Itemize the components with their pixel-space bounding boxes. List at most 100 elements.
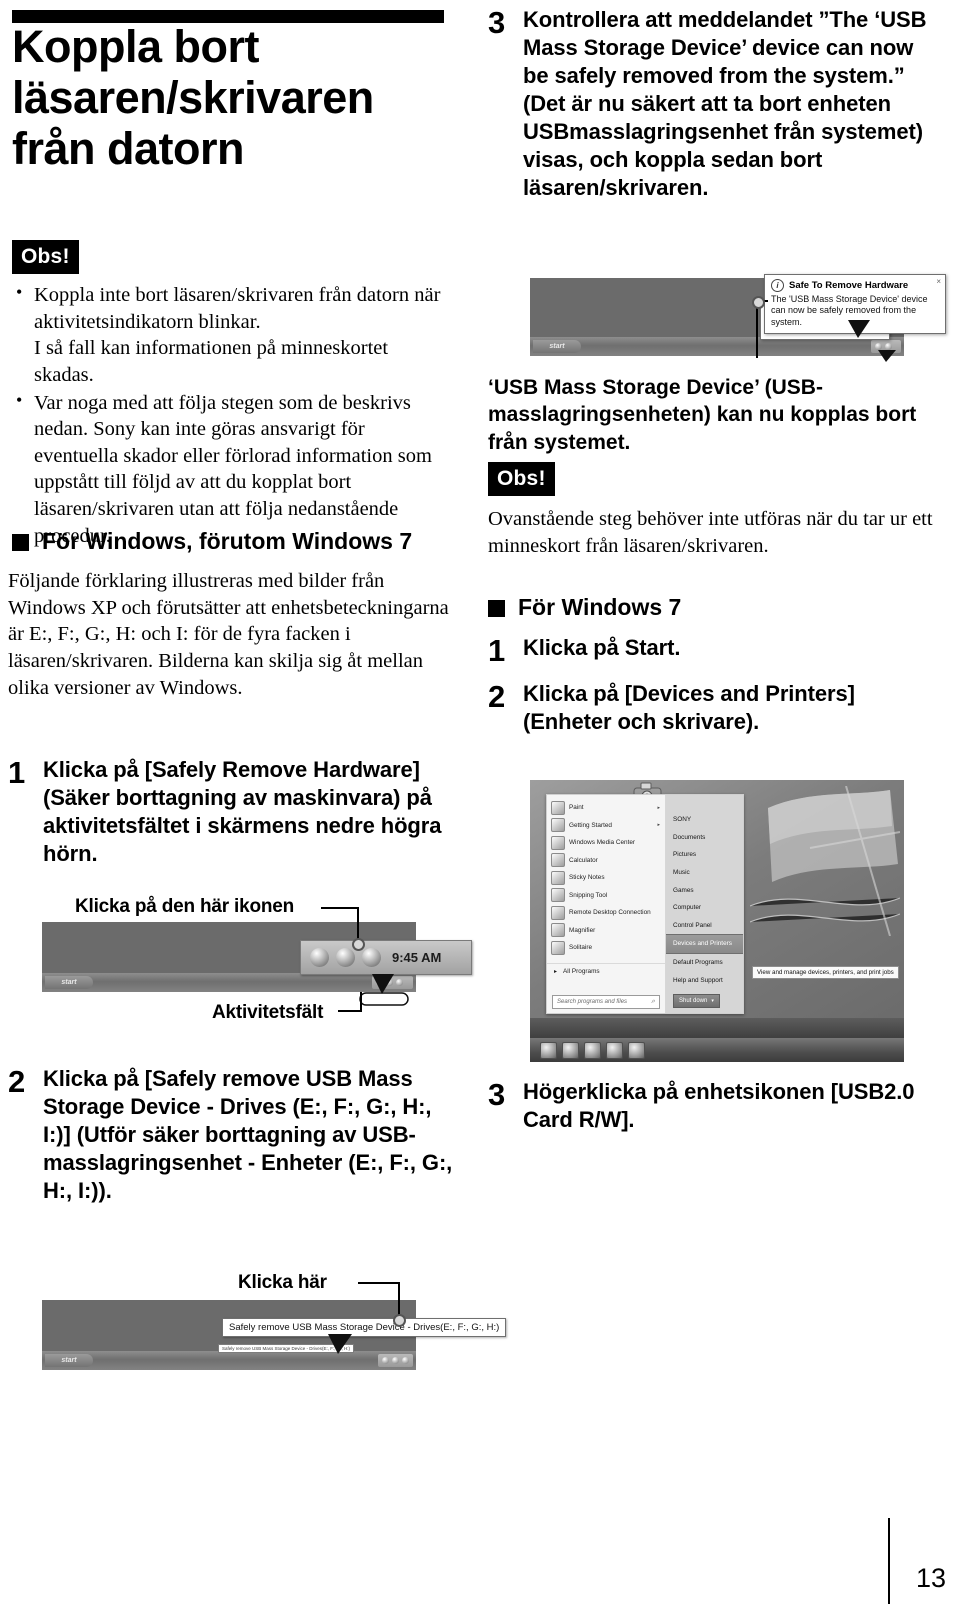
note-text: Ovanstående steg behöver inte utföras nä… [488, 508, 933, 557]
start-menu-place-item[interactable]: Devices and Printers [666, 934, 743, 954]
taskbar: start [42, 1351, 416, 1370]
system-tray[interactable] [871, 340, 901, 353]
figure-callout-top: Klicka på den här ikonen [75, 896, 295, 917]
square-bullet-icon [488, 600, 505, 617]
start-menu-place-item[interactable]: Pictures [666, 846, 743, 864]
search-icon[interactable]: ⌕ [651, 998, 655, 1006]
system-tray[interactable] [371, 976, 413, 989]
section-heading-label: För Windows, förutom Windows 7 [42, 528, 413, 554]
start-menu-right-items: SONY Documents Pictures Music Games Computer C… [666, 795, 743, 989]
start-menu-item-label: Remote Desktop Connection [569, 909, 651, 917]
search-input[interactable]: Search programs and files ⌕ [552, 995, 660, 1009]
step-text: Klicka på [Devices and Printers] (Enhete… [523, 681, 855, 734]
start-button[interactable]: start [533, 340, 581, 353]
start-menu-item[interactable]: Getting Started ▸ [547, 817, 665, 835]
start-menu-item-label: Snipping Tool [569, 891, 608, 899]
shutdown-label: Shut down [679, 998, 708, 1004]
figure-safe-to-remove-balloon: start i Safe To Remove Hardware The 'USB… [530, 268, 946, 368]
taskbar: start [42, 973, 416, 992]
start-menu-place-item[interactable]: Games [666, 881, 743, 899]
program-icon [551, 940, 565, 955]
step-2: 2 Klicka på [Safely remove USB Mass Stor… [8, 1065, 456, 1205]
start-menu-place-item[interactable]: Help and Support [666, 971, 743, 989]
step-number: 1 [8, 755, 26, 790]
start-menu-item-label: Getting Started [569, 821, 612, 829]
start-menu-place-item[interactable]: Music [666, 864, 743, 882]
notification-balloon-magnified[interactable]: × i Safe To Remove Hardware The 'USB Mas… [764, 274, 946, 334]
tray-icon[interactable] [402, 1357, 409, 1364]
tray-icon[interactable] [382, 1357, 389, 1364]
figure-taskbar-strip [530, 1038, 904, 1062]
start-menu-place-item[interactable]: Documents [666, 829, 743, 847]
close-icon[interactable]: × [936, 277, 941, 286]
start-menu-items: Paint ▸ Getting Started ▸ Windows Media Cent… [547, 795, 665, 957]
leader-line [338, 1010, 362, 1012]
page-title: Koppla bort läsaren/skrivaren från dator… [12, 21, 374, 174]
leader-line [321, 907, 359, 909]
start-menu-item[interactable]: Solitaire [547, 939, 665, 957]
leader-line [398, 1282, 400, 1318]
start-menu-item[interactable]: Paint ▸ [547, 799, 665, 817]
tooltip-magnified[interactable]: Safely remove USB Mass Storage Device - … [222, 1318, 507, 1337]
start-menu-place-label: Music [673, 869, 690, 877]
balloon-title: Safe To Remove Hardware [789, 280, 909, 291]
magnified-system-tray: 9:45 AM [300, 940, 472, 975]
start-button[interactable]: start [45, 976, 93, 989]
tray-icon[interactable] [392, 1357, 399, 1364]
intro-paragraph: Följande förklaring illustreras med bild… [8, 570, 449, 699]
start-menu-place-item[interactable]: SONY [666, 811, 743, 829]
start-menu-place-item[interactable]: Default Programs [666, 954, 743, 972]
start-menu-item[interactable]: Windows Media Center [547, 834, 665, 852]
explorer-folder-icon[interactable] [584, 1042, 601, 1059]
taskbar-icons [540, 1042, 645, 1059]
safely-remove-hardware-icon-magnified[interactable] [310, 948, 329, 967]
start-menu-place-label: Default Programs [673, 959, 723, 967]
tray-icon-magnified[interactable] [362, 948, 381, 967]
program-icon [551, 818, 565, 833]
media-player-icon[interactable] [606, 1042, 623, 1059]
chevron-down-icon[interactable]: ▾ [711, 998, 714, 1004]
start-menu-place-item[interactable]: Control Panel [666, 917, 743, 935]
manual-page: Koppla bort läsaren/skrivaren från dator… [0, 0, 960, 1610]
tray-icon-magnified[interactable] [336, 948, 355, 967]
start-menu-place-label: Help and Support [673, 976, 723, 984]
start-menu-places-list: SONY Documents Pictures Music Games Computer C… [666, 795, 743, 1013]
start-menu-place-label: Control Panel [673, 921, 712, 929]
start-menu-item[interactable]: Sticky Notes [547, 869, 665, 887]
start-menu-place-label: Games [673, 886, 694, 894]
start-menu-item[interactable]: Snipping Tool [547, 887, 665, 905]
start-menu-item[interactable]: Remote Desktop Connection [547, 904, 665, 922]
chevron-right-icon: ▸ [657, 804, 660, 811]
start-menu-item[interactable]: Calculator [547, 852, 665, 870]
start-orb-icon[interactable] [540, 1042, 557, 1059]
start-menu-place-label: Pictures [673, 851, 697, 859]
step-w7-2: 2 Klicka på [Devices and Printers] (Enhe… [488, 680, 938, 736]
start-menu-place-label: Devices and Printers [673, 940, 732, 948]
shutdown-button[interactable]: Shut down ▾ [673, 994, 720, 1008]
system-tray[interactable] [378, 1354, 413, 1367]
program-icon [551, 800, 565, 815]
program-icon [551, 888, 565, 903]
tray-icon[interactable] [875, 343, 883, 350]
tray-clock [406, 980, 409, 986]
internet-explorer-icon[interactable] [562, 1042, 579, 1059]
start-menu-place-item[interactable]: Computer [666, 899, 743, 917]
tooltip-small[interactable]: Safely remove USB Mass Storage Device - … [218, 1344, 355, 1353]
step-number: 2 [488, 679, 506, 714]
start-menu-place-label: SONY [673, 816, 692, 824]
chevron-right-icon: ▸ [554, 968, 558, 975]
start-button[interactable]: start [45, 1354, 93, 1367]
safely-remove-hardware-icon[interactable] [375, 979, 383, 986]
tray-icon[interactable] [385, 979, 393, 986]
all-programs-item[interactable]: ▸ All Programs [547, 962, 665, 979]
start-menu-item[interactable]: Magnifier [547, 922, 665, 940]
tray-icon[interactable] [885, 343, 893, 350]
section-heading-label: För Windows 7 [518, 594, 682, 620]
start-menu-item-label: Windows Media Center [569, 839, 636, 847]
start-menu-item-label: Paint [569, 804, 584, 812]
note-list: Koppla inte bort läsaren/skrivaren från … [12, 281, 450, 550]
step-text: Kontrollera att meddelandet ”The ‘USB Ma… [523, 7, 927, 200]
tray-icon[interactable] [395, 979, 403, 986]
devices-and-printers-icon[interactable] [628, 1042, 645, 1059]
program-icon [551, 870, 565, 885]
